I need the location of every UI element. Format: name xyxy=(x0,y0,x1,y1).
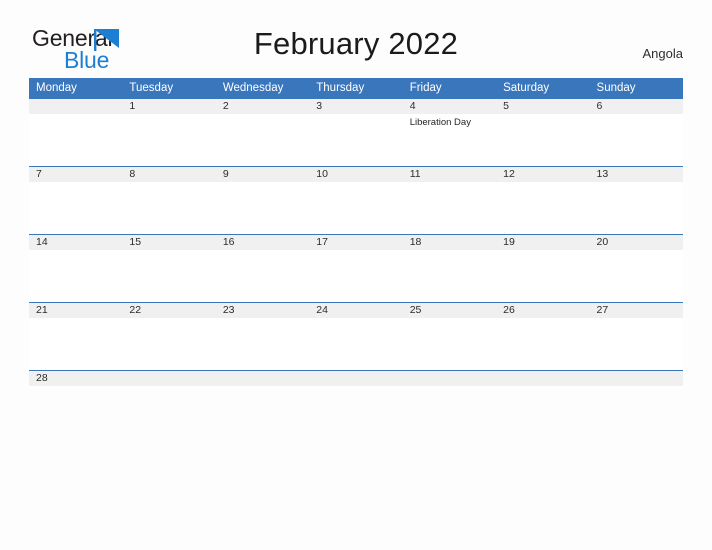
day-number xyxy=(309,371,403,386)
calendar-day-cell[interactable]: 5 xyxy=(496,98,590,167)
calendar-empty-cell xyxy=(29,98,123,167)
calendar-day-cell[interactable]: 4 Liberation Day xyxy=(402,98,497,167)
weekday-header-saturday: Saturday xyxy=(496,78,590,99)
calendar-day-cell[interactable]: 25 xyxy=(402,302,497,371)
day-number: 13 xyxy=(589,167,683,182)
calendar-day-cell[interactable]: 10 xyxy=(309,166,403,235)
calendar-day-cell[interactable]: 9 xyxy=(215,166,310,235)
day-number xyxy=(29,99,123,114)
weekday-header-wednesday: Wednesday xyxy=(215,78,310,99)
calendar-empty-cell xyxy=(122,370,216,389)
day-number: 27 xyxy=(589,303,683,318)
calendar-header-row-group: Monday Tuesday Wednesday Thursday Friday… xyxy=(29,78,683,99)
calendar-day-cell[interactable]: 19 xyxy=(496,234,590,303)
day-number: 10 xyxy=(309,167,403,182)
calendar-day-cell[interactable]: 22 xyxy=(122,302,216,371)
day-number: 26 xyxy=(496,303,590,318)
calendar-day-cell[interactable]: 27 xyxy=(589,302,683,371)
calendar-empty-cell xyxy=(215,370,310,389)
calendar-day-cell[interactable]: 2 xyxy=(215,98,310,167)
day-number xyxy=(122,371,216,386)
calendar-day-cell[interactable]: 26 xyxy=(496,302,590,371)
calendar-day-cell[interactable]: 17 xyxy=(309,234,403,303)
calendar-week-row: 14 15 16 17 18 19 20 xyxy=(29,234,683,303)
weekday-header-sunday: Sunday xyxy=(589,78,683,99)
month-calendar-table: Monday Tuesday Wednesday Thursday Friday… xyxy=(29,78,683,389)
calendar-day-cell[interactable]: 11 xyxy=(402,166,497,235)
calendar-day-cell[interactable]: 28 xyxy=(29,370,123,389)
calendar-day-cell[interactable]: 18 xyxy=(402,234,497,303)
day-number: 12 xyxy=(496,167,590,182)
day-number: 21 xyxy=(29,303,123,318)
weekday-header-tuesday: Tuesday xyxy=(122,78,216,99)
calendar-day-cell[interactable]: 7 xyxy=(29,166,123,235)
day-number: 19 xyxy=(496,235,590,250)
calendar-day-cell[interactable]: 3 xyxy=(309,98,403,167)
day-number xyxy=(215,371,310,386)
day-number: 15 xyxy=(122,235,216,250)
holiday-event: Liberation Day xyxy=(409,117,471,128)
day-number: 2 xyxy=(215,99,310,114)
day-number: 3 xyxy=(309,99,403,114)
calendar-week-row: 1 2 3 4 Liberation Day 5 6 xyxy=(29,98,683,167)
country-label: Angola xyxy=(642,46,683,61)
day-number: 5 xyxy=(496,99,590,114)
day-number: 17 xyxy=(309,235,403,250)
calendar-day-cell[interactable]: 8 xyxy=(122,166,216,235)
calendar-day-cell[interactable]: 24 xyxy=(309,302,403,371)
day-number xyxy=(589,371,683,386)
weekday-header-friday: Friday xyxy=(402,78,497,99)
calendar-week-row: 7 8 9 10 11 12 13 xyxy=(29,166,683,235)
calendar-day-cell[interactable]: 12 xyxy=(496,166,590,235)
calendar-day-cell[interactable]: 13 xyxy=(589,166,683,235)
day-number: 18 xyxy=(402,235,497,250)
calendar-day-cell[interactable]: 20 xyxy=(589,234,683,303)
calendar-day-cell[interactable]: 15 xyxy=(122,234,216,303)
day-number: 20 xyxy=(589,235,683,250)
calendar-week-row: 28 xyxy=(29,370,683,389)
day-number: 16 xyxy=(215,235,310,250)
day-number: 11 xyxy=(402,167,497,182)
day-events: Liberation Day xyxy=(403,114,496,129)
day-number: 23 xyxy=(215,303,310,318)
calendar-page: General Blue February 2022 Angola Monday… xyxy=(0,0,712,550)
day-number: 4 xyxy=(402,99,497,114)
day-number: 24 xyxy=(309,303,403,318)
calendar-day-cell[interactable]: 23 xyxy=(215,302,310,371)
day-number: 1 xyxy=(122,99,216,114)
day-number: 22 xyxy=(122,303,216,318)
page-title: February 2022 xyxy=(253,26,459,61)
calendar-day-cell[interactable]: 21 xyxy=(29,302,123,371)
calendar-empty-cell xyxy=(402,370,497,389)
calendar-week-row: 21 22 23 24 25 26 27 xyxy=(29,302,683,371)
day-number xyxy=(496,371,590,386)
calendar-day-cell[interactable]: 6 xyxy=(589,98,683,167)
weekday-header-monday: Monday xyxy=(29,78,123,99)
day-number: 25 xyxy=(402,303,497,318)
calendar-day-cell[interactable]: 16 xyxy=(215,234,310,303)
calendar-body: 1 2 3 4 Liberation Day 5 6 7 8 9 10 11 12 13 14 15 16 17 1… xyxy=(29,98,683,389)
day-number: 14 xyxy=(29,235,123,250)
calendar-empty-cell xyxy=(309,370,403,389)
calendar-empty-cell xyxy=(496,370,590,389)
day-number xyxy=(402,371,497,386)
day-number: 9 xyxy=(215,167,310,182)
day-number: 28 xyxy=(29,371,123,386)
calendar-empty-cell xyxy=(589,370,683,389)
day-number: 6 xyxy=(589,99,683,114)
calendar-day-cell[interactable]: 1 xyxy=(122,98,216,167)
weekday-header-row: Monday Tuesday Wednesday Thursday Friday… xyxy=(29,78,683,99)
day-number: 7 xyxy=(29,167,123,182)
day-number: 8 xyxy=(122,167,216,182)
calendar-day-cell[interactable]: 14 xyxy=(29,234,123,303)
page-header: General Blue February 2022 Angola xyxy=(0,0,712,78)
weekday-header-thursday: Thursday xyxy=(309,78,403,99)
